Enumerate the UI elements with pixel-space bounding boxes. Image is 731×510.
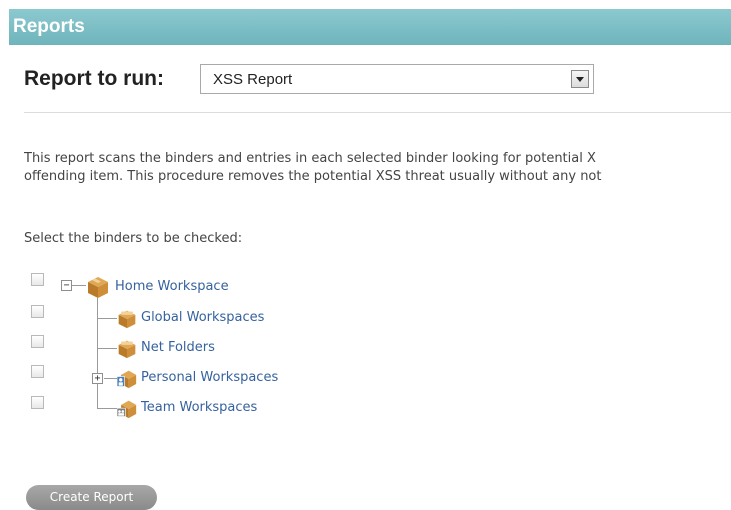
- tree-connector: [104, 378, 117, 379]
- checkbox-personal-workspaces[interactable]: [31, 365, 44, 378]
- description-line-2: offending item. This procedure removes t…: [24, 169, 602, 184]
- tree-node-team-workspaces[interactable]: Team Workspaces: [141, 400, 257, 415]
- expand-toggle-personal[interactable]: +: [92, 373, 103, 384]
- checkbox-home-workspace[interactable]: [31, 273, 44, 286]
- create-report-button[interactable]: Create Report: [26, 485, 157, 510]
- checkbox-global-workspaces[interactable]: [31, 305, 44, 318]
- personal-workspace-icon: [117, 370, 137, 389]
- checkbox-team-workspaces[interactable]: [31, 396, 44, 409]
- team-workspace-icon: [117, 400, 137, 419]
- tree-connector: [72, 285, 86, 286]
- tree-connector: [97, 408, 117, 409]
- tree-connector: [97, 348, 117, 349]
- report-select[interactable]: XSS Report: [200, 64, 594, 94]
- tree-node-personal-workspaces[interactable]: Personal Workspaces: [141, 370, 278, 385]
- page-title: Reports: [13, 16, 85, 37]
- report-to-run-label: Report to run:: [24, 67, 164, 90]
- workspace-box-icon: [88, 277, 108, 298]
- tree-node-global-workspaces[interactable]: Global Workspaces: [141, 310, 264, 325]
- net-folder-icon: [118, 340, 136, 359]
- instruction-text: Select the binders to be checked:: [24, 231, 243, 246]
- report-select-value: XSS Report: [213, 71, 293, 88]
- tree-node-home-workspace[interactable]: Home Workspace: [115, 279, 229, 294]
- global-workspace-icon: [118, 310, 136, 329]
- reports-header: Reports: [9, 9, 731, 45]
- collapse-toggle-home[interactable]: −: [61, 280, 72, 291]
- description-line-1: This report scans the binders and entrie…: [24, 151, 596, 166]
- chevron-down-icon[interactable]: [571, 70, 589, 88]
- divider: [24, 112, 731, 113]
- checkbox-net-folders[interactable]: [31, 335, 44, 348]
- report-description: This report scans the binders and entrie…: [24, 150, 731, 186]
- tree-connector: [97, 298, 98, 408]
- tree-node-net-folders[interactable]: Net Folders: [141, 340, 215, 355]
- tree-connector: [97, 318, 117, 319]
